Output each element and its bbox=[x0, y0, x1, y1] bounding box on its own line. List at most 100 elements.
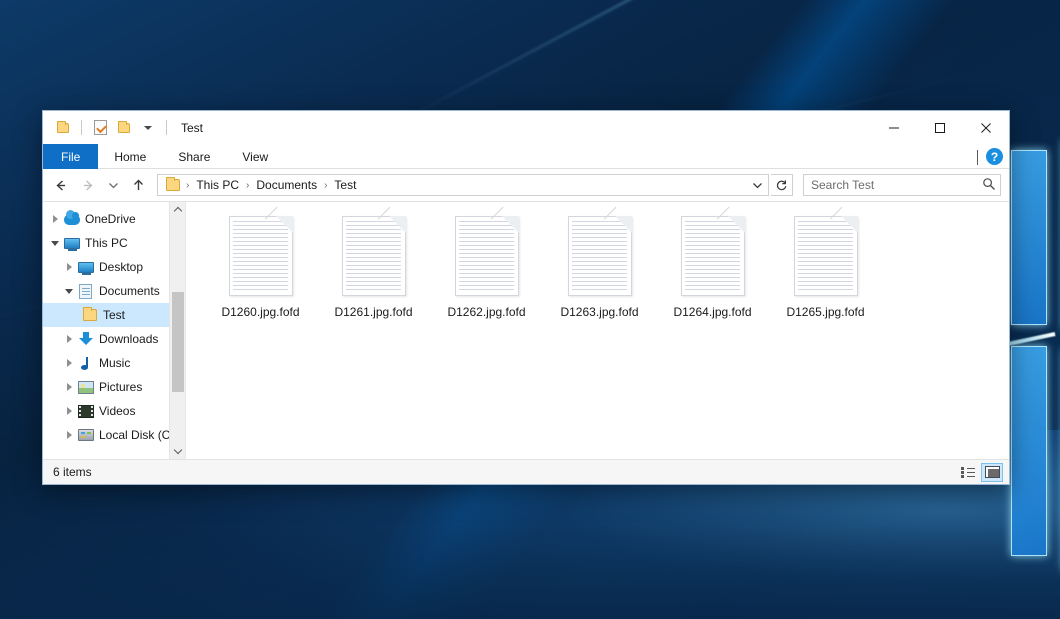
sidebar-item-onedrive[interactable]: OneDrive bbox=[43, 207, 185, 231]
file-name-label: D1263.jpg.fofd bbox=[560, 305, 638, 319]
generic-document-icon[interactable] bbox=[229, 216, 293, 296]
search-box[interactable] bbox=[803, 174, 1001, 196]
scroll-down-icon[interactable] bbox=[170, 443, 186, 459]
qat-separator-1 bbox=[81, 120, 82, 135]
large-icons-view-button[interactable] bbox=[981, 463, 1003, 482]
sidebar-item-local-disk-c[interactable]: Local Disk (C:) bbox=[43, 423, 185, 447]
desktop[interactable]: Test File Home Share View ? bbox=[0, 0, 1060, 619]
generic-document-icon[interactable] bbox=[681, 216, 745, 296]
breadcrumb-item-documents[interactable]: Documents bbox=[252, 178, 321, 192]
sidebar-item-label: OneDrive bbox=[85, 213, 136, 225]
breadcrumb-item-test[interactable]: Test bbox=[330, 178, 360, 192]
sidebar-item-label: Pictures bbox=[99, 381, 142, 393]
ribbon-right-controls[interactable]: ? bbox=[977, 144, 1003, 169]
file-name-label: D1260.jpg.fofd bbox=[221, 305, 299, 319]
scrollbar-thumb[interactable] bbox=[172, 292, 184, 392]
document-icon bbox=[77, 283, 94, 299]
generic-document-icon[interactable] bbox=[342, 216, 406, 296]
window-title: Test bbox=[181, 121, 203, 135]
expander-right-icon[interactable] bbox=[61, 331, 77, 347]
expander-down-icon[interactable] bbox=[61, 283, 77, 299]
expander-right-icon[interactable] bbox=[47, 211, 63, 227]
file-item[interactable]: D1264.jpg.fofd bbox=[656, 214, 769, 319]
sidebar-item-documents[interactable]: Documents bbox=[43, 279, 185, 303]
monitor-icon bbox=[77, 259, 94, 275]
expand-ribbon-icon[interactable] bbox=[977, 150, 978, 164]
generic-document-icon[interactable] bbox=[568, 216, 632, 296]
help-button[interactable]: ? bbox=[986, 148, 1003, 165]
generic-document-icon[interactable] bbox=[455, 216, 519, 296]
status-bar: 6 items bbox=[43, 459, 1009, 484]
sidebar-item-this-pc[interactable]: This PC bbox=[43, 231, 185, 255]
file-item[interactable]: D1260.jpg.fofd bbox=[204, 214, 317, 319]
breadcrumb-item-this-pc[interactable]: This PC bbox=[192, 178, 243, 192]
breadcrumb-folder-icon[interactable] bbox=[163, 179, 183, 191]
ribbon-tab-bar[interactable]: File Home Share View ? bbox=[43, 144, 1009, 169]
view-toggle-group[interactable] bbox=[957, 463, 1003, 482]
details-view-button[interactable] bbox=[957, 463, 979, 482]
navigation-pane[interactable]: OneDrive This PC Desktop bbox=[43, 202, 186, 459]
chevron-down-icon[interactable] bbox=[138, 118, 158, 138]
expander-right-icon[interactable] bbox=[61, 379, 77, 395]
expander-right-icon[interactable] bbox=[61, 259, 77, 275]
monitor-icon bbox=[63, 235, 80, 251]
scroll-up-icon[interactable] bbox=[170, 202, 186, 218]
back-button[interactable] bbox=[47, 172, 73, 198]
folder-icon bbox=[81, 307, 98, 323]
sidebar-item-videos[interactable]: Videos bbox=[43, 399, 185, 423]
title-bar[interactable]: Test bbox=[43, 111, 1009, 144]
file-grid[interactable]: D1260.jpg.fofd D1261.jpg.fofd D1262.jpg.… bbox=[204, 214, 1009, 319]
tab-view[interactable]: View bbox=[226, 144, 284, 169]
tab-share[interactable]: Share bbox=[162, 144, 226, 169]
maximize-button[interactable] bbox=[917, 111, 963, 144]
sidebar-item-downloads[interactable]: Downloads bbox=[43, 327, 185, 351]
file-explorer-window[interactable]: Test File Home Share View ? bbox=[42, 110, 1010, 485]
folder-icon[interactable] bbox=[53, 118, 73, 138]
expander-right-icon[interactable] bbox=[61, 403, 77, 419]
close-button[interactable] bbox=[963, 111, 1009, 144]
address-bar-row[interactable]: › This PC › Documents › Test bbox=[43, 169, 1009, 201]
navigation-tree[interactable]: OneDrive This PC Desktop bbox=[43, 202, 185, 447]
file-list-content[interactable]: D1260.jpg.fofd D1261.jpg.fofd D1262.jpg.… bbox=[186, 202, 1009, 459]
sidebar-item-label: Videos bbox=[99, 405, 135, 417]
file-item[interactable]: D1262.jpg.fofd bbox=[430, 214, 543, 319]
file-item[interactable]: D1261.jpg.fofd bbox=[317, 214, 430, 319]
sidebar-item-music[interactable]: Music bbox=[43, 351, 185, 375]
expander-right-icon[interactable] bbox=[61, 355, 77, 371]
forward-button[interactable] bbox=[75, 172, 101, 198]
breadcrumb[interactable]: › This PC › Documents › Test bbox=[157, 174, 769, 196]
refresh-icon[interactable] bbox=[771, 174, 793, 196]
expander-down-icon[interactable] bbox=[47, 235, 63, 251]
recent-locations-icon[interactable] bbox=[103, 172, 123, 198]
music-icon bbox=[77, 355, 94, 371]
logo-pane-top-left bbox=[1011, 150, 1047, 325]
sidebar-item-test[interactable]: Test bbox=[43, 303, 185, 327]
tab-file[interactable]: File bbox=[43, 144, 98, 169]
file-item[interactable]: D1263.jpg.fofd bbox=[543, 214, 656, 319]
expander-right-icon[interactable] bbox=[61, 427, 77, 443]
file-name-label: D1265.jpg.fofd bbox=[786, 305, 864, 319]
generic-document-icon[interactable] bbox=[794, 216, 858, 296]
quick-access-toolbar[interactable]: Test bbox=[43, 118, 203, 138]
navigation-scrollbar[interactable] bbox=[169, 202, 185, 459]
new-folder-icon[interactable] bbox=[114, 118, 134, 138]
minimize-button[interactable] bbox=[871, 111, 917, 144]
breadcrumb-separator-1: › bbox=[243, 180, 252, 191]
sidebar-item-pictures[interactable]: Pictures bbox=[43, 375, 185, 399]
item-count-label: 6 items bbox=[53, 465, 92, 479]
sidebar-item-desktop[interactable]: Desktop bbox=[43, 255, 185, 279]
file-item[interactable]: D1265.jpg.fofd bbox=[769, 214, 882, 319]
search-input[interactable] bbox=[811, 178, 982, 192]
logo-pane-bottom-left bbox=[1011, 346, 1047, 556]
sidebar-item-label: Music bbox=[99, 357, 130, 369]
window-controls[interactable] bbox=[871, 111, 1009, 144]
tab-home[interactable]: Home bbox=[98, 144, 162, 169]
video-icon bbox=[77, 403, 94, 419]
file-name-label: D1261.jpg.fofd bbox=[334, 305, 412, 319]
properties-icon[interactable] bbox=[90, 118, 110, 138]
sidebar-item-label: Documents bbox=[99, 285, 160, 297]
search-icon[interactable] bbox=[982, 177, 996, 194]
up-button[interactable] bbox=[125, 172, 151, 198]
sidebar-item-label: This PC bbox=[85, 237, 128, 249]
previous-locations-chevron-down-icon[interactable] bbox=[748, 175, 766, 195]
